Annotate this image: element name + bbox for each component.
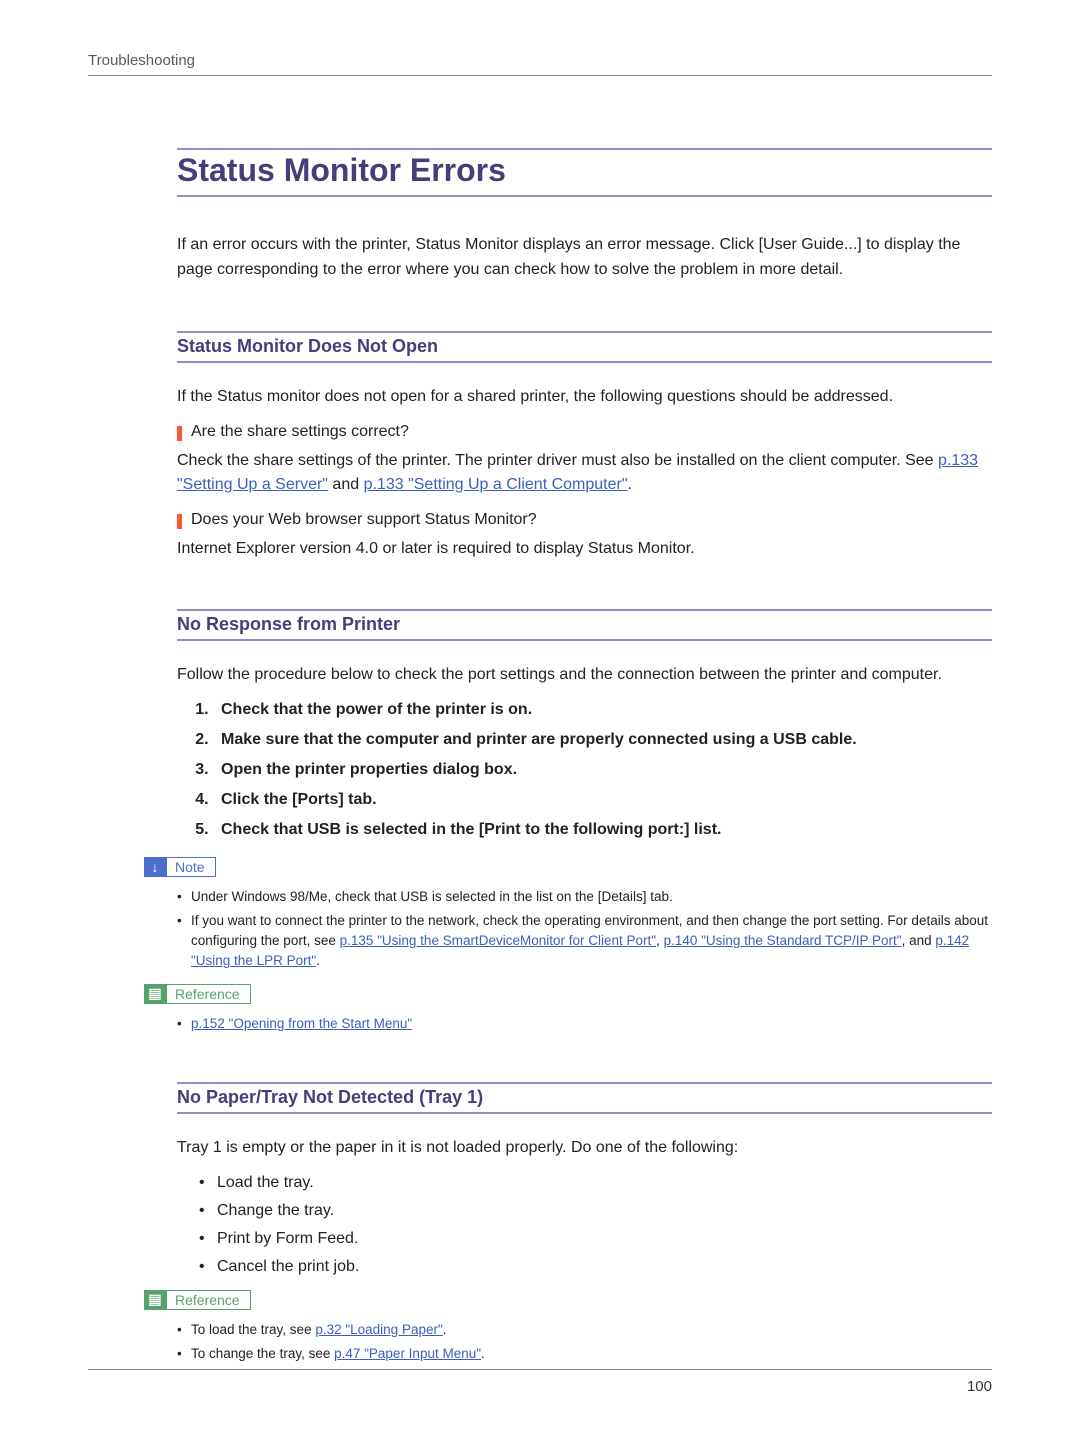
reference-list-2: To load the tray, see p.32 "Loading Pape… (177, 1320, 992, 1365)
section-heading-status-not-open: Status Monitor Does Not Open (177, 331, 992, 363)
text-run: and (328, 476, 364, 493)
text-run: To change the tray, see (191, 1346, 334, 1361)
header-section-label: Troubleshooting (88, 52, 195, 69)
text-run: . (628, 476, 632, 493)
document-icon: ▤ (144, 1290, 166, 1310)
step-item: Click the [Ports] tab. (213, 791, 992, 809)
reference-item: To load the tray, see p.32 "Loading Pape… (177, 1320, 992, 1340)
sec1-p2: Internet Explorer version 4.0 or later i… (177, 537, 992, 561)
text-run: Check the share settings of the printer.… (177, 452, 938, 469)
text-run: . (316, 953, 320, 968)
note-item: If you want to connect the printer to th… (177, 911, 992, 972)
sec2-lead: Follow the procedure below to check the … (177, 663, 992, 687)
reference-item: To change the tray, see p.47 "Paper Inpu… (177, 1344, 992, 1364)
arrow-down-icon: ↓ (144, 857, 166, 877)
text-run: . (443, 1322, 447, 1337)
page-title: Status Monitor Errors (177, 148, 992, 197)
sec1-lead: If the Status monitor does not open for … (177, 385, 992, 409)
link-paper-input-menu[interactable]: p.47 "Paper Input Menu" (334, 1346, 481, 1361)
link-standard-tcpip-port[interactable]: p.140 "Using the Standard TCP/IP Port" (664, 933, 902, 948)
intro-paragraph: If an error occurs with the printer, Sta… (177, 233, 992, 283)
list-item: Cancel the print job. (199, 1258, 992, 1276)
note-item: Under Windows 98/Me, check that USB is s… (177, 887, 992, 907)
note-list: Under Windows 98/Me, check that USB is s… (177, 887, 992, 972)
reference-callout-2: ▤ Reference (144, 1290, 251, 1310)
list-item: Change the tray. (199, 1202, 992, 1220)
text-run: . (481, 1346, 485, 1361)
text-run: To load the tray, see (191, 1322, 315, 1337)
page-number: 100 (967, 1378, 992, 1395)
sec1-p1: Check the share settings of the printer.… (177, 449, 992, 497)
link-opening-start-menu[interactable]: p.152 "Opening from the Start Menu" (191, 1016, 412, 1031)
step-item: Check that USB is selected in the [Print… (213, 821, 992, 839)
step-item: Open the printer properties dialog box. (213, 761, 992, 779)
content-area: Status Monitor Errors If an error occurs… (177, 148, 992, 1364)
question-browser-support: Does your Web browser support Status Mon… (177, 511, 992, 529)
reference-label: Reference (166, 984, 251, 1004)
section-heading-no-response: No Response from Printer (177, 609, 992, 641)
list-item: Print by Form Feed. (199, 1230, 992, 1248)
question-share-settings: Are the share settings correct? (177, 423, 992, 441)
section-heading-no-paper: No Paper/Tray Not Detected (Tray 1) (177, 1082, 992, 1114)
link-smartdevicemonitor-port[interactable]: p.135 "Using the SmartDeviceMonitor for … (340, 933, 656, 948)
page-footer: 100 (88, 1369, 992, 1395)
sec3-lead: Tray 1 is empty or the paper in it is no… (177, 1136, 992, 1160)
link-loading-paper[interactable]: p.32 "Loading Paper" (315, 1322, 442, 1337)
page: Troubleshooting Status Monitor Errors If… (0, 0, 1080, 1437)
document-icon: ▤ (144, 984, 166, 1004)
text-run: , and (902, 933, 936, 948)
step-item: Check that the power of the printer is o… (213, 701, 992, 719)
link-setting-up-client[interactable]: p.133 "Setting Up a Client Computer" (364, 476, 628, 493)
reference-item: p.152 "Opening from the Start Menu" (177, 1014, 992, 1034)
list-item: Load the tray. (199, 1174, 992, 1192)
reference-label: Reference (166, 1290, 251, 1310)
note-label: Note (166, 857, 216, 877)
procedure-list: Check that the power of the printer is o… (191, 701, 992, 839)
running-header: Troubleshooting (88, 52, 992, 76)
reference-list: p.152 "Opening from the Start Menu" (177, 1014, 992, 1034)
text-run: , (656, 933, 664, 948)
reference-callout: ▤ Reference (144, 984, 251, 1004)
step-item: Make sure that the computer and printer … (213, 731, 992, 749)
note-callout: ↓ Note (144, 857, 216, 877)
option-list: Load the tray. Change the tray. Print by… (199, 1174, 992, 1276)
